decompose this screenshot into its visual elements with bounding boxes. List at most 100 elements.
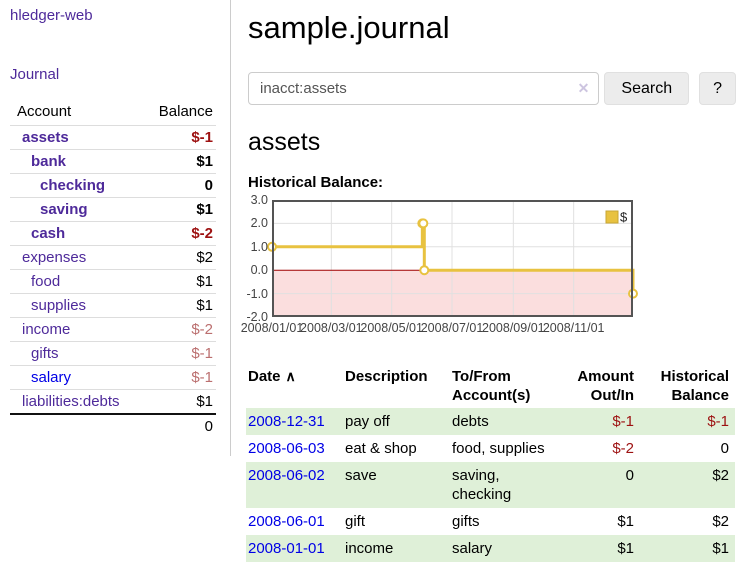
- chart-plot-area[interactable]: $: [272, 200, 633, 317]
- account-link[interactable]: supplies: [31, 297, 86, 314]
- transaction-date-link[interactable]: 2008-12-31: [248, 413, 325, 430]
- account-link[interactable]: gifts: [31, 345, 59, 362]
- hledger-web-app: hledger-web Journal Account Balance asse…: [0, 0, 742, 582]
- historical-balance-chart[interactable]: $3.02.01.00.0-1.0-2.02008/01/012008/03/0…: [246, 200, 726, 338]
- transaction-row[interactable]: 2008-12-31pay offdebts$-1$-1: [246, 408, 735, 435]
- y-axis-tick-label: 2.0: [246, 216, 268, 230]
- account-row: food$1: [10, 270, 216, 294]
- transaction-accounts: salary: [450, 535, 554, 562]
- search-button[interactable]: Search: [604, 72, 689, 105]
- register-col-accounts: To/From Account(s): [450, 364, 554, 408]
- account-link[interactable]: income: [22, 321, 70, 338]
- account-link[interactable]: food: [31, 273, 60, 290]
- data-point-marker: [419, 219, 427, 227]
- search-form: ✕ Search ?: [248, 72, 736, 105]
- y-axis-tick-label: 3.0: [246, 193, 268, 207]
- transaction-row[interactable]: 2008-06-02savesaving, checking0$2: [246, 462, 735, 508]
- transaction-accounts: food, supplies: [450, 435, 554, 462]
- transaction-description: eat & shop: [343, 435, 450, 462]
- register-col-description: Description: [343, 364, 450, 408]
- account-row: bank $1: [10, 150, 216, 174]
- register-col-amount: Amount Out/In: [554, 364, 640, 408]
- account-balance: $-2: [141, 222, 216, 246]
- account-link[interactable]: bank: [31, 153, 66, 170]
- accounts-total-balance: 0: [141, 414, 216, 438]
- accounts-total-row: 0: [10, 414, 216, 438]
- account-row: liabilities:debts$1: [10, 390, 216, 415]
- chart-title: Historical Balance:: [248, 174, 736, 191]
- transaction-row[interactable]: 2008-06-03 eat & shopfood, supplies$-20: [246, 435, 735, 462]
- sidebar: hledger-web Journal Account Balance asse…: [0, 0, 231, 456]
- account-balance: 0: [141, 174, 216, 198]
- transaction-accounts: debts: [450, 408, 554, 435]
- account-row: income $-2: [10, 318, 216, 342]
- accounts-header-row: Account Balance: [10, 99, 216, 126]
- help-button[interactable]: ?: [699, 72, 736, 105]
- x-axis-tick-label: 2008/01/01: [241, 321, 304, 335]
- account-link[interactable]: salary: [31, 369, 71, 386]
- transaction-description: pay off: [343, 408, 450, 435]
- app-title-link[interactable]: hledger-web: [10, 7, 93, 24]
- account-balance: $1: [141, 150, 216, 174]
- nav-journal-link[interactable]: Journal: [10, 66, 59, 83]
- account-row: checking 0: [10, 174, 216, 198]
- account-row: saving$1: [10, 198, 216, 222]
- account-balance: $1: [141, 294, 216, 318]
- page-title: sample.journal: [248, 10, 736, 46]
- account-heading: assets: [248, 128, 736, 157]
- transaction-amount: $1: [554, 508, 640, 535]
- account-row: assets $-1: [10, 126, 216, 150]
- account-link[interactable]: checking: [40, 177, 105, 194]
- register-table: Date∧ Description To/From Account(s) Amo…: [246, 364, 735, 562]
- account-link[interactable]: cash: [31, 225, 65, 242]
- data-point-marker: [420, 266, 428, 274]
- x-axis-tick-label: 2008/03/01: [300, 321, 363, 335]
- search-box: ✕: [248, 72, 599, 105]
- legend-swatch: [606, 211, 618, 223]
- register-header-row: Date∧ Description To/From Account(s) Amo…: [246, 364, 735, 408]
- legend-label: $: [620, 210, 628, 225]
- y-axis-tick-label: 1.0: [246, 240, 268, 254]
- transaction-date-link[interactable]: 2008-01-01: [248, 540, 325, 557]
- account-row: salary $-1: [10, 366, 216, 390]
- accounts-col-balance: Balance: [141, 99, 216, 126]
- x-axis-tick-label: 2008/05/01: [360, 321, 423, 335]
- transaction-balance: $-1: [640, 408, 735, 435]
- account-balance: $2: [141, 246, 216, 270]
- account-row: expenses $2: [10, 246, 216, 270]
- transaction-amount: 0: [554, 462, 640, 508]
- y-axis-tick-label: -1.0: [246, 287, 268, 301]
- account-row: cash $-2: [10, 222, 216, 246]
- transaction-row[interactable]: 2008-06-01giftgifts$1$2: [246, 508, 735, 535]
- account-balance: $-2: [141, 318, 216, 342]
- account-balance: $-1: [141, 126, 216, 150]
- transaction-balance: 0: [640, 435, 735, 462]
- clear-search-icon[interactable]: ✕: [578, 80, 590, 97]
- main-content: sample.journal ✕ Search ? assets Histori…: [246, 0, 736, 562]
- search-input[interactable]: [248, 72, 599, 105]
- register-col-balance: Historical Balance: [640, 364, 735, 408]
- x-axis-tick-label: 2008/11/01: [543, 321, 605, 335]
- x-axis-tick-label: 2008/09/01: [482, 321, 545, 335]
- accounts-col-account: Account: [10, 99, 141, 126]
- account-link[interactable]: expenses: [22, 249, 86, 266]
- transaction-balance: $2: [640, 508, 735, 535]
- transaction-amount: $-1: [554, 408, 640, 435]
- transaction-date-link[interactable]: 2008-06-02: [248, 467, 325, 484]
- transaction-date-link[interactable]: 2008-06-03: [248, 440, 325, 457]
- accounts-table: Account Balance assets $-1 bank $1 checking 0…: [10, 99, 216, 438]
- transaction-date-link[interactable]: 2008-06-01: [248, 513, 325, 530]
- register-col-date[interactable]: Date∧: [246, 364, 343, 408]
- transaction-amount: $-2: [554, 435, 640, 462]
- transaction-amount: $1: [554, 535, 640, 562]
- account-link[interactable]: liabilities:debts: [22, 393, 120, 410]
- account-balance: $-1: [141, 366, 216, 390]
- account-row: supplies $1: [10, 294, 216, 318]
- account-balance: $-1: [141, 342, 216, 366]
- transaction-accounts: gifts: [450, 508, 554, 535]
- account-link[interactable]: assets: [22, 129, 69, 146]
- transaction-row[interactable]: 2008-01-01incomesalary$1$1: [246, 535, 735, 562]
- transaction-description: save: [343, 462, 450, 508]
- account-row: gifts $-1: [10, 342, 216, 366]
- account-link[interactable]: saving: [40, 201, 88, 218]
